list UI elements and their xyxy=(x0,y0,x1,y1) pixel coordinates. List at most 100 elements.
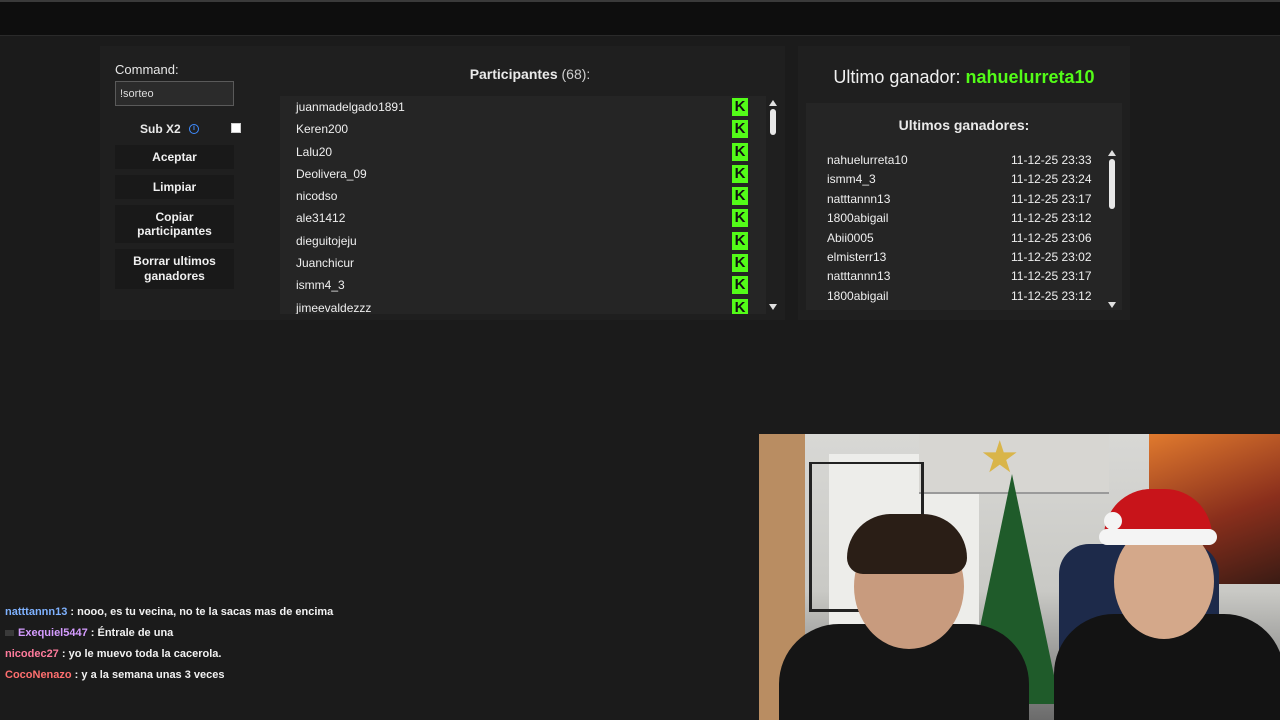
participant-row[interactable]: Lalu20 K xyxy=(280,141,766,163)
copy-participants-button[interactable]: Copiar participantes xyxy=(115,205,234,243)
winner-row[interactable]: 1800abigail 11-12-25 23:12 xyxy=(827,211,1097,230)
winner-time: 11-12-25 23:33 xyxy=(1011,153,1092,167)
participant-name: Keren200 xyxy=(296,122,349,137)
participant-name: Juanchicur xyxy=(296,256,355,271)
winner-row[interactable]: elmisterr13 11-12-25 23:02 xyxy=(827,250,1097,269)
winner-time: 11-12-25 23:17 xyxy=(1011,269,1092,284)
tree-star-icon: ★ xyxy=(980,434,1020,482)
participant-name: Deolivera_09 xyxy=(296,166,367,181)
participant-name: Lalu20 xyxy=(296,144,333,159)
last-winner-heading: Ultimo ganador: nahuelurreta10 xyxy=(798,67,1130,88)
participants-title: Participantes (68): xyxy=(280,66,780,82)
winner-name: elmisterr13 xyxy=(827,250,887,264)
participant-name: nicodso xyxy=(296,189,338,204)
winner-row[interactable]: 1800abigail 11-12-25 23:12 xyxy=(827,289,1097,308)
participant-row[interactable]: ale31412 K xyxy=(280,207,766,229)
scroll-up-icon[interactable] xyxy=(1108,150,1116,156)
winner-name: 1800abigail xyxy=(827,211,889,226)
info-icon[interactable]: i xyxy=(189,124,199,134)
streamer-left-hair xyxy=(847,514,967,574)
winner-time: 11-12-25 23:12 xyxy=(1011,211,1092,226)
sub-x2-checkbox[interactable] xyxy=(231,123,241,133)
command-label: Command: xyxy=(115,62,179,77)
winner-name: Abii0005 xyxy=(827,230,874,245)
participant-name: ale31412 xyxy=(296,211,346,226)
winner-row[interactable]: nahuelurreta10 11-12-25 23:33 xyxy=(827,153,1097,172)
last-winner-label: Ultimo ganador: xyxy=(833,67,961,87)
kick-icon: K xyxy=(732,254,748,273)
chat-text: : nooo, es tu vecina, no te la sacas mas… xyxy=(67,606,334,618)
participants-list[interactable]: juanmadelgado1891 K Keren200 K Lalu20 K Deoliv… xyxy=(280,96,766,314)
winner-name: natttannn13 xyxy=(827,269,891,284)
winner-time: 11-12-25 23:12 xyxy=(1011,288,1092,303)
winner-row[interactable]: natttannn13 11-12-25 23:17 xyxy=(827,192,1097,211)
kick-icon: K xyxy=(732,120,748,139)
winner-row[interactable]: natttannn13 11-12-25 23:17 xyxy=(827,269,1097,288)
winner-time: 11-12-25 23:17 xyxy=(1011,191,1092,206)
santa-hat-brim xyxy=(1099,529,1217,545)
participant-row[interactable]: nicodso K xyxy=(280,185,766,207)
kick-icon: K xyxy=(732,298,748,314)
webcam-feed: ★ xyxy=(759,434,1280,720)
winner-name: 1800abigail xyxy=(827,288,889,303)
participant-row[interactable]: ismm4_3 K xyxy=(280,274,766,296)
chat-text: : Éntrale de una xyxy=(87,627,174,639)
delete-winners-button[interactable]: Borrar ultimos ganadores xyxy=(115,249,234,289)
chat-overlay: natttannn13 : nooo, es tu vecina, no te … xyxy=(5,606,745,690)
scroll-up-icon[interactable] xyxy=(769,100,777,106)
sub-x2-label: Sub X2 xyxy=(140,122,181,136)
raffle-panel: Command: Sub X2 i Aceptar Limpiar Copiar… xyxy=(100,46,785,320)
participant-row[interactable]: juanmadelgado1891 K xyxy=(280,96,766,118)
kick-icon: K xyxy=(732,231,748,250)
participant-row[interactable]: Keren200 K xyxy=(280,118,766,140)
kick-icon: K xyxy=(732,209,748,228)
winner-row[interactable]: ismm4_3 11-12-25 23:24 xyxy=(827,172,1097,191)
clear-button[interactable]: Limpiar xyxy=(115,175,234,199)
winner-time: 11-12-25 23:06 xyxy=(1011,308,1092,310)
top-bar xyxy=(0,0,1280,36)
participant-row[interactable]: Deolivera_09 K xyxy=(280,163,766,185)
participants-count: (68): xyxy=(561,66,591,82)
winner-row[interactable]: Abii0005 11-12-25 23:06 xyxy=(827,231,1097,250)
participants-title-text: Participantes xyxy=(469,66,558,82)
kick-icon: K xyxy=(732,142,748,161)
participant-row[interactable]: jimeevaldezzz K xyxy=(280,297,766,314)
winners-list[interactable]: Ultimos ganadores: nahuelurreta10 11-12-2… xyxy=(806,103,1122,310)
accept-button[interactable]: Aceptar xyxy=(115,145,234,169)
chat-username: nicodec27 xyxy=(5,648,59,660)
winners-panel: Ultimo ganador: nahuelurreta10 Ultimos g… xyxy=(798,46,1130,320)
scroll-thumb[interactable] xyxy=(770,109,776,135)
winners-list-title: Ultimos ganadores: xyxy=(898,117,1030,133)
kick-icon: K xyxy=(732,98,748,116)
winner-name: ismm4_3 xyxy=(827,172,876,187)
winner-row[interactable]: Abii0005 11-12-25 23:06 xyxy=(827,308,1097,310)
last-winner-name: nahuelurreta10 xyxy=(965,67,1095,87)
chat-username: natttannn13 xyxy=(5,606,68,618)
chat-message: Exequiel5447 : Éntrale de una xyxy=(5,627,745,648)
chat-message: CocoNenazo : y a la semana unas 3 veces xyxy=(5,669,745,690)
chat-message: natttannn13 : nooo, es tu vecina, no te … xyxy=(5,606,745,627)
scroll-down-icon[interactable] xyxy=(1108,302,1116,308)
controls-column: Command: Sub X2 i Aceptar Limpiar Copiar… xyxy=(115,62,241,289)
sub-x2-row: Sub X2 i xyxy=(115,117,241,141)
chat-text: : y a la semana unas 3 veces xyxy=(71,669,225,681)
participants-scrollbar[interactable] xyxy=(768,100,778,310)
winner-name: nahuelurreta10 xyxy=(827,153,908,167)
winner-time: 11-12-25 23:24 xyxy=(1011,172,1092,187)
participant-name: ismm4_3 xyxy=(296,278,345,293)
participant-row[interactable]: dieguitojeju K xyxy=(280,230,766,252)
winner-name: natttannn13 xyxy=(827,191,891,206)
winner-name: Abii0005 xyxy=(827,308,874,310)
winners-scrollbar[interactable] xyxy=(1107,150,1117,308)
winner-time: 11-12-25 23:02 xyxy=(1011,250,1092,264)
kick-icon: K xyxy=(732,276,748,295)
participant-name: juanmadelgado1891 xyxy=(296,100,405,114)
chat-username: CocoNenazo xyxy=(5,669,72,681)
kick-icon: K xyxy=(732,187,748,206)
scroll-down-icon[interactable] xyxy=(769,304,777,310)
participant-name: jimeevaldezzz xyxy=(296,300,372,314)
scroll-thumb[interactable] xyxy=(1109,159,1115,209)
chat-username: Exequiel5447 xyxy=(18,627,88,639)
command-input[interactable] xyxy=(115,81,234,106)
participant-row[interactable]: Juanchicur K xyxy=(280,252,766,274)
